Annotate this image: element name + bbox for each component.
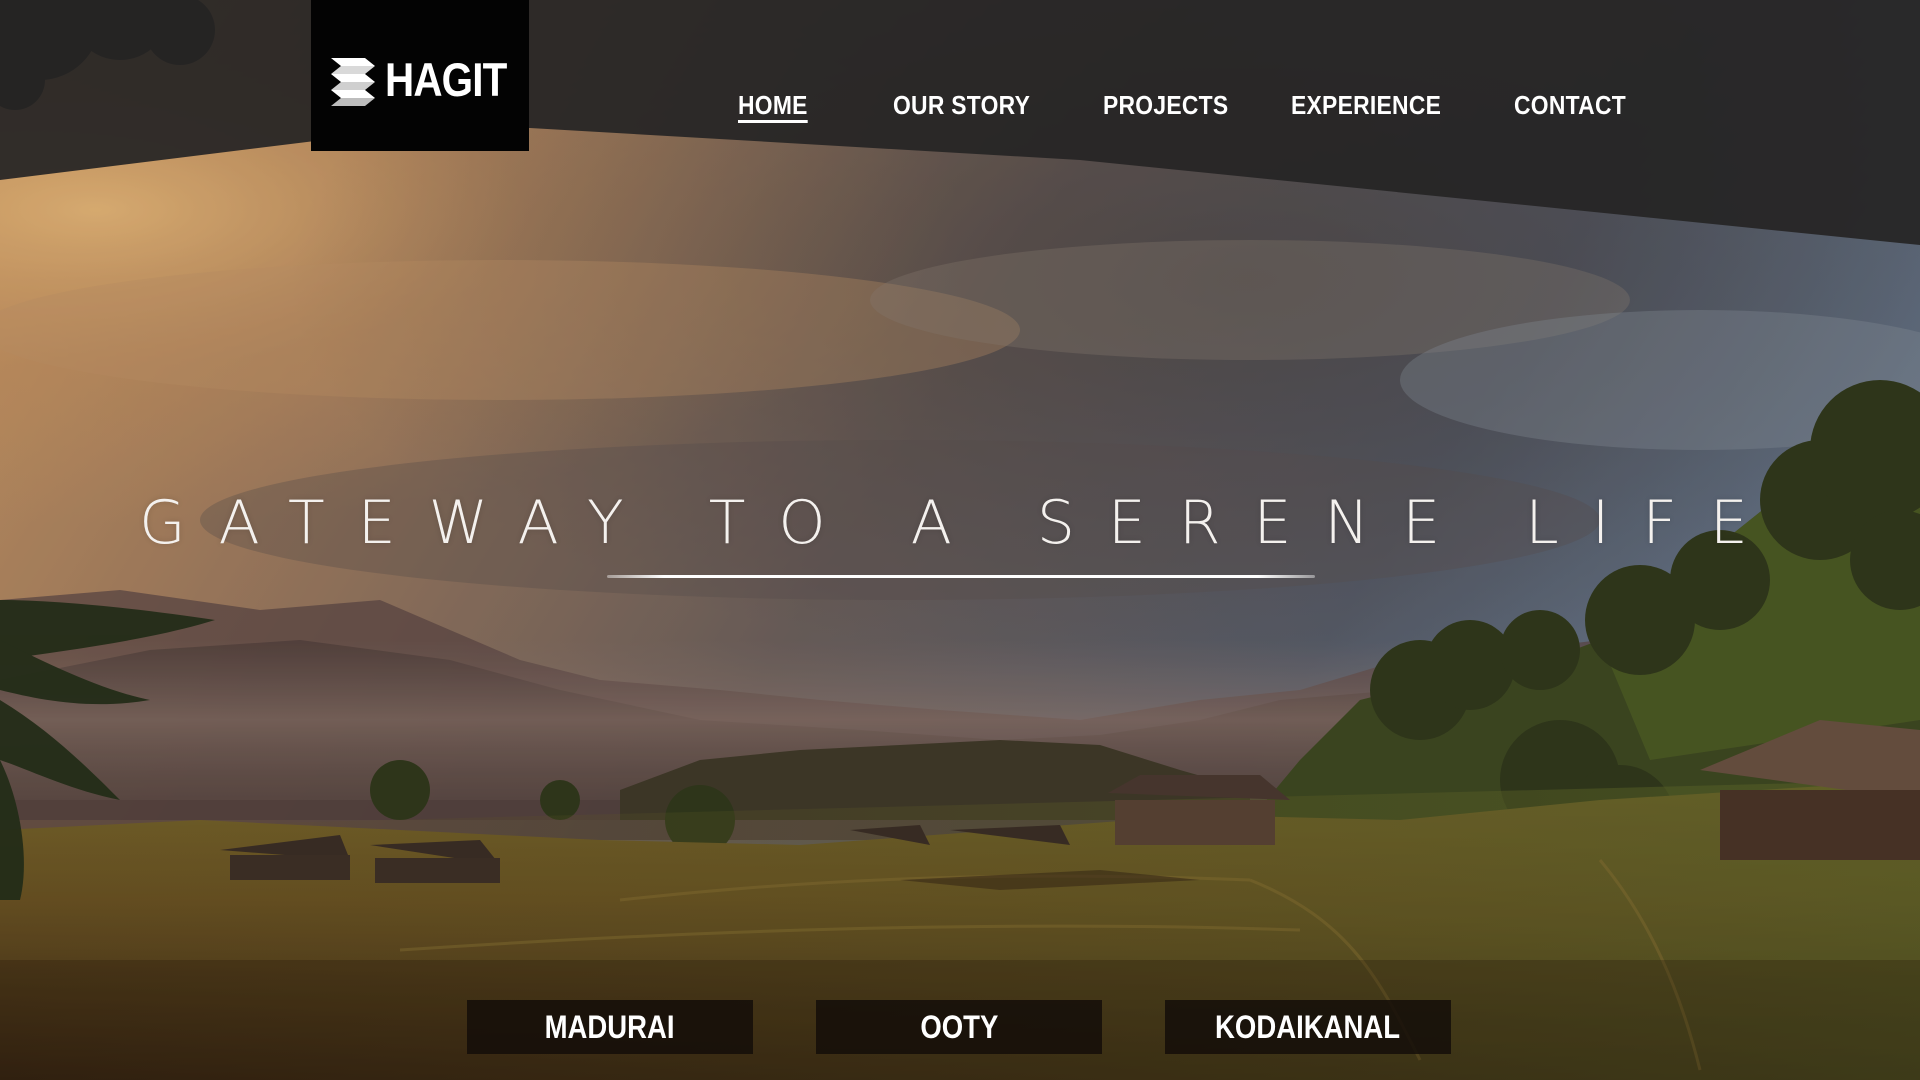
nav-item-projects[interactable]: PROJECTS (1103, 90, 1228, 121)
location-button-ooty[interactable]: OOTY (816, 1000, 1102, 1054)
headline-underline-divider (607, 575, 1315, 578)
location-button-kodaikanal[interactable]: KODAIKANAL (1165, 1000, 1451, 1054)
brand-logo[interactable]: HAGIT (311, 0, 529, 151)
nav-item-contact[interactable]: CONTACT (1514, 90, 1626, 121)
location-button-label: OOTY (920, 1008, 998, 1045)
location-button-label: MADURAI (545, 1008, 675, 1045)
brand-name: HAGIT (385, 53, 507, 106)
nav-item-our-story[interactable]: OUR STORY (893, 90, 1030, 121)
location-button-label: KODAIKANAL (1215, 1008, 1401, 1045)
nav-item-home[interactable]: HOME (738, 90, 808, 121)
nav-item-experience[interactable]: EXPERIENCE (1291, 90, 1441, 121)
landing-page: HAGIT HOME OUR STORY PROJECTS EXPERIENCE… (0, 0, 1920, 1080)
stacked-layers-icon (331, 57, 376, 106)
location-button-madurai[interactable]: MADURAI (467, 1000, 753, 1054)
hero-headline: GATEWAY TO A SERENE LIFE (139, 488, 1781, 558)
